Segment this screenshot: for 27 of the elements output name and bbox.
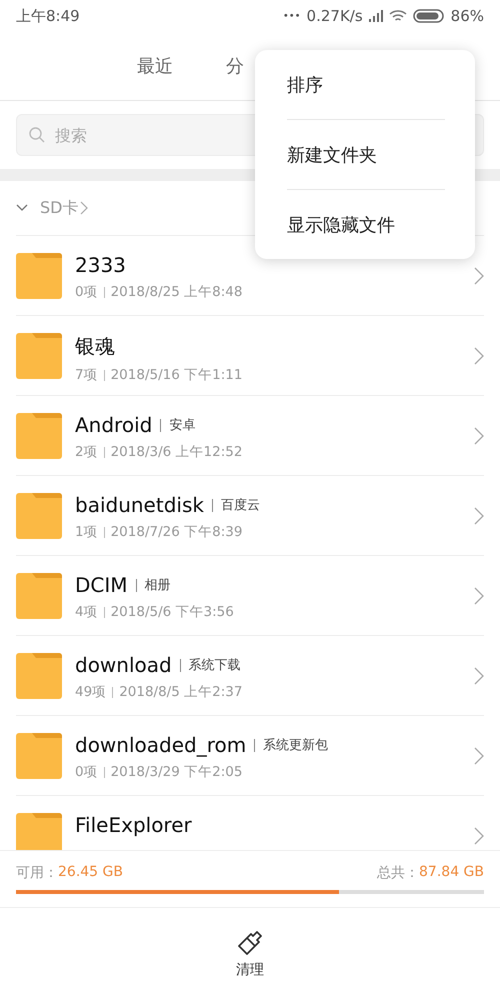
- item-count: 1项: [75, 523, 98, 541]
- modified-date: 2018/5/6 下午3:56: [110, 603, 234, 621]
- modified-date: 2018/3/6 上午12:52: [110, 443, 242, 461]
- folder-tag: 安卓: [169, 416, 196, 434]
- item-count: 49项: [75, 683, 106, 701]
- modified-date: 2018/3/29 下午2:05: [110, 763, 242, 781]
- item-count: 4项: [75, 603, 98, 621]
- available-space: 26.45 GB: [58, 864, 123, 882]
- network-speed: 0.27K/s: [306, 7, 363, 25]
- item-count: 7项: [75, 366, 98, 384]
- item-count: 2项: [75, 443, 98, 461]
- folder-tag: 百度云: [220, 496, 260, 514]
- available-label: 可用：: [16, 864, 58, 882]
- modified-date: 2018/5/16 下午1:11: [110, 366, 242, 384]
- status-time: 上午8:49: [16, 6, 80, 26]
- modified-date: 2018/8/25 上午8:48: [110, 283, 242, 301]
- folder-tag: 系统下载: [188, 656, 241, 674]
- battery-level: 86%: [450, 7, 484, 25]
- modified-date: 2018/7/26 下午8:39: [110, 523, 242, 541]
- notification-dots: •••: [282, 10, 301, 22]
- modified-date: 2018/8/5 上午2:37: [119, 683, 242, 701]
- total-space: 87.84 GB: [419, 864, 484, 882]
- item-count: 0项: [75, 283, 98, 301]
- folder-tag: 系统更新包: [263, 736, 328, 754]
- folder-tag: 相册: [144, 576, 171, 594]
- item-count: 0项: [75, 763, 98, 781]
- total-label: 总共：: [377, 864, 420, 882]
